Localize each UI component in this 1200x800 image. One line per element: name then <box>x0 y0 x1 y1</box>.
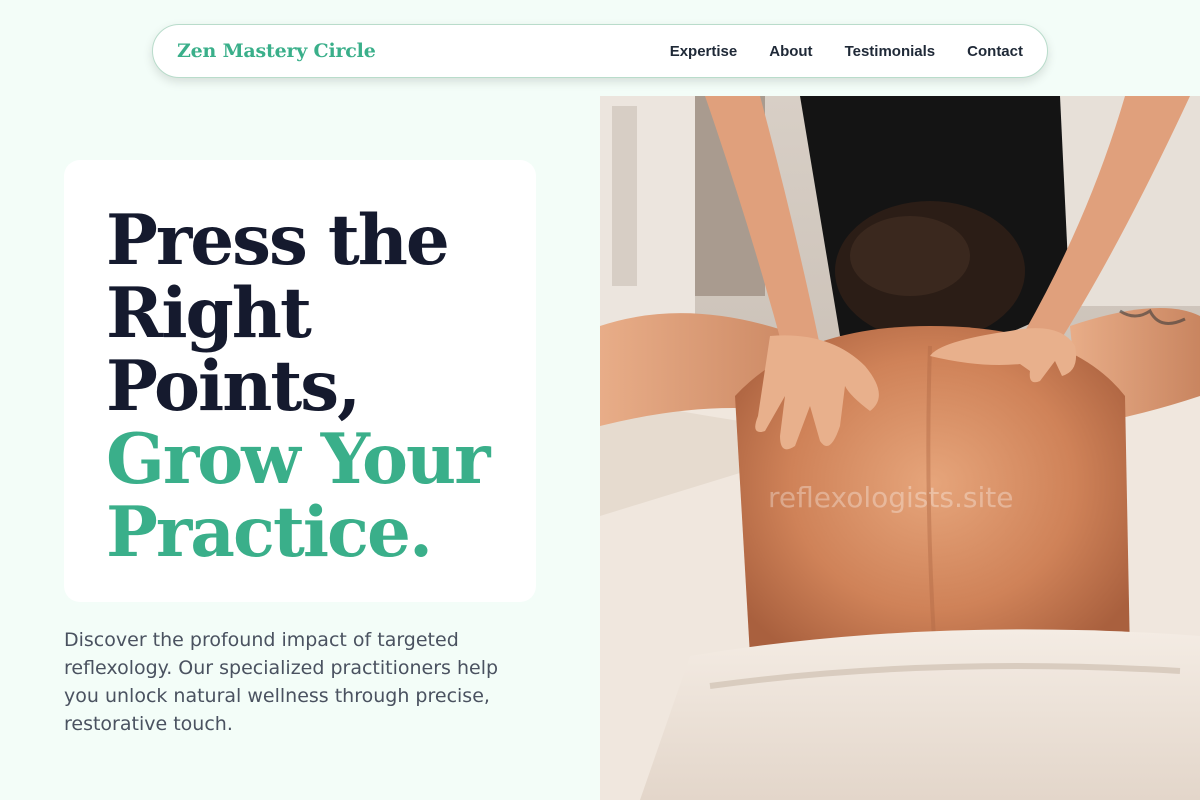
navbar: Zen Mastery Circle Expertise About Testi… <box>152 24 1048 78</box>
hero-photo: reflexologists.site <box>600 96 1200 800</box>
headline-line: Points, <box>106 346 361 427</box>
nav-links: Expertise About Testimonials Contact <box>670 43 1023 60</box>
hero-card: Press the Right Points, Grow Your Practi… <box>64 160 536 602</box>
nav-link-testimonials[interactable]: Testimonials <box>845 43 936 60</box>
image-watermark: reflexologists.site <box>768 481 1014 514</box>
hero-headline: Press the Right Points, Grow Your Practi… <box>106 204 526 569</box>
brand-logo[interactable]: Zen Mastery Circle <box>177 40 376 62</box>
massage-photo-illustration <box>600 96 1200 800</box>
hero-description: Discover the profound impact of targeted… <box>64 629 499 735</box>
headline-line: Right <box>106 273 312 354</box>
headline-accent-line: Grow Your <box>106 419 491 500</box>
nav-link-contact[interactable]: Contact <box>967 43 1023 60</box>
headline-accent-line: Practice. <box>106 492 433 573</box>
headline-line: Press the <box>106 200 450 281</box>
nav-link-about[interactable]: About <box>769 43 812 60</box>
nav-link-expertise[interactable]: Expertise <box>670 43 738 60</box>
